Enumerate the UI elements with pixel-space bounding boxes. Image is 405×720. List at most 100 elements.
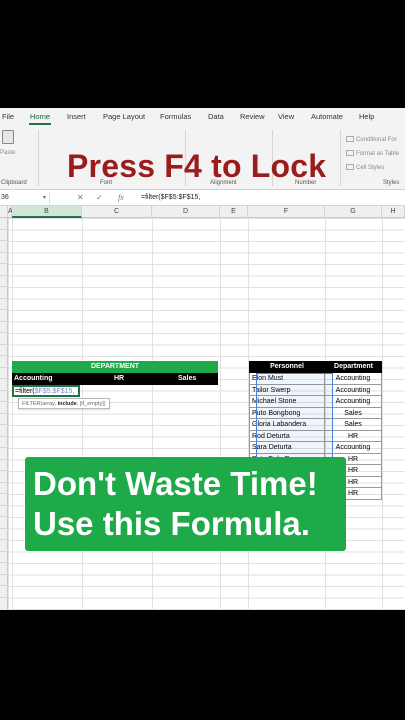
- row-header[interactable]: [0, 299, 8, 310]
- formula-bar: 36 ▾ ✕ ✓ fx =filter($F$5:$F$15,: [0, 190, 405, 206]
- row-header[interactable]: [0, 425, 8, 437]
- ribbon: Paste Conditional For Format as Table Ce…: [0, 126, 405, 190]
- group-styles-label: Styles: [383, 180, 400, 186]
- personnel-dept-cell[interactable]: Accounting: [325, 384, 382, 396]
- row-header[interactable]: [0, 517, 8, 529]
- row-header[interactable]: [0, 368, 8, 379]
- ribbon-separator: [340, 130, 341, 186]
- column-header[interactable]: B: [12, 206, 82, 218]
- column-header[interactable]: C: [82, 206, 152, 218]
- row-header[interactable]: [0, 230, 8, 241]
- tab-formulas[interactable]: Formulas: [160, 112, 191, 121]
- tab-data[interactable]: Data: [208, 112, 224, 121]
- row-header[interactable]: [0, 253, 8, 264]
- department-header-col: Department: [325, 361, 382, 373]
- row-header[interactable]: [0, 379, 8, 391]
- row-header[interactable]: [0, 333, 8, 345]
- personnel-dept-cell[interactable]: Sales: [325, 419, 382, 431]
- row-header[interactable]: [0, 241, 8, 253]
- column-header[interactable]: F: [248, 206, 325, 218]
- row-header[interactable]: [0, 563, 8, 575]
- chevron-down-icon[interactable]: ▾: [43, 192, 46, 204]
- row-header[interactable]: [0, 276, 8, 287]
- insert-function-icon[interactable]: fx: [118, 192, 124, 204]
- row-header[interactable]: [0, 345, 8, 356]
- cell-grid[interactable]: DEPARTMENT Accounting HR Sales =filter($…: [8, 218, 405, 610]
- active-cell-range-ref: $F$5:$F$15,: [34, 388, 75, 395]
- row-header[interactable]: [0, 264, 8, 276]
- banner-line-1: Don't Waste Time!: [33, 465, 318, 502]
- department-column-row: Accounting HR Sales: [12, 373, 218, 385]
- ribbon-separator: [38, 130, 39, 186]
- function-tooltip[interactable]: FILTER(array, include, [if_empty]): [18, 398, 110, 409]
- tab-page-layout[interactable]: Page Layout: [103, 112, 145, 121]
- row-header[interactable]: [0, 506, 8, 517]
- tooltip-rest: , [if_empty]): [76, 401, 106, 407]
- column-headers: A B C D E F G H: [0, 206, 405, 218]
- paste-icon[interactable]: [2, 130, 14, 144]
- active-tab-indicator: [29, 123, 51, 125]
- dept-col-sales: Sales: [178, 375, 197, 382]
- row-header[interactable]: [0, 552, 8, 563]
- group-clipboard-label: Clipboard: [1, 180, 27, 186]
- format-as-table-button[interactable]: Format as Table: [346, 150, 399, 157]
- tab-home[interactable]: Home: [30, 112, 50, 121]
- dept-col-accounting: Accounting: [14, 375, 53, 382]
- row-header[interactable]: [0, 402, 8, 414]
- row-header[interactable]: [0, 529, 8, 540]
- dept-col-hr: HR: [114, 375, 125, 382]
- conditional-formatting-button[interactable]: Conditional For: [346, 136, 397, 143]
- row-header[interactable]: [0, 310, 8, 322]
- row-header[interactable]: [0, 460, 8, 471]
- tab-automate[interactable]: Automate: [311, 112, 343, 121]
- tab-review[interactable]: Review: [240, 112, 265, 121]
- row-header[interactable]: [0, 287, 8, 299]
- menu-bar: File Home Insert Page Layout Formulas Da…: [0, 108, 405, 126]
- row-header[interactable]: [0, 448, 8, 460]
- grid-line: [82, 218, 83, 610]
- row-header[interactable]: [0, 437, 8, 448]
- row-header[interactable]: [0, 483, 8, 494]
- grid-line: [152, 218, 153, 610]
- personnel-header: Personnel: [249, 361, 325, 373]
- personnel-dept-cell[interactable]: Accounting: [325, 442, 382, 454]
- department-header: DEPARTMENT: [12, 361, 218, 373]
- enter-icon[interactable]: ✓: [96, 192, 103, 204]
- row-header[interactable]: [0, 414, 8, 425]
- row-header[interactable]: [0, 494, 8, 506]
- grid-line: [12, 218, 13, 610]
- row-header[interactable]: [0, 575, 8, 586]
- banner-line-2: Use this Formula.: [33, 505, 310, 542]
- personnel-dept-cell[interactable]: Sales: [325, 407, 382, 419]
- tooltip-fn: FILTER(array,: [22, 401, 58, 407]
- formula-input[interactable]: =filter($F$5:$F$15,: [141, 192, 200, 204]
- grid-line: [220, 218, 221, 610]
- column-header[interactable]: D: [152, 206, 220, 218]
- column-header[interactable]: H: [382, 206, 405, 218]
- personnel-dept-cell[interactable]: Accounting: [325, 373, 382, 385]
- active-cell[interactable]: =filter($F$5:$F$15,: [12, 385, 80, 397]
- row-header[interactable]: [0, 471, 8, 483]
- column-header[interactable]: G: [325, 206, 382, 218]
- row-header[interactable]: [0, 391, 8, 402]
- active-cell-prefix: =filter(: [15, 388, 35, 395]
- row-header[interactable]: [0, 540, 8, 552]
- promo-banner: Don't Waste Time! Use this Formula.: [25, 457, 346, 551]
- row-header[interactable]: [0, 218, 8, 230]
- cell-styles-button[interactable]: Cell Styles: [346, 164, 384, 171]
- paste-label[interactable]: Paste: [0, 150, 15, 156]
- cancel-icon[interactable]: ✕: [77, 192, 84, 204]
- select-all-corner[interactable]: [0, 206, 8, 218]
- tooltip-arg-include: include: [57, 401, 77, 407]
- tab-help[interactable]: Help: [359, 112, 374, 121]
- row-header[interactable]: [0, 586, 8, 598]
- grid-line: [382, 218, 383, 610]
- tab-insert[interactable]: Insert: [67, 112, 86, 121]
- row-header[interactable]: [0, 356, 8, 368]
- personnel-dept-cell[interactable]: Accounting: [325, 396, 382, 408]
- tab-view[interactable]: View: [278, 112, 294, 121]
- tab-file[interactable]: File: [2, 112, 14, 121]
- row-header[interactable]: [0, 322, 8, 333]
- column-header[interactable]: E: [220, 206, 248, 218]
- personnel-dept-cell[interactable]: HR: [325, 430, 382, 442]
